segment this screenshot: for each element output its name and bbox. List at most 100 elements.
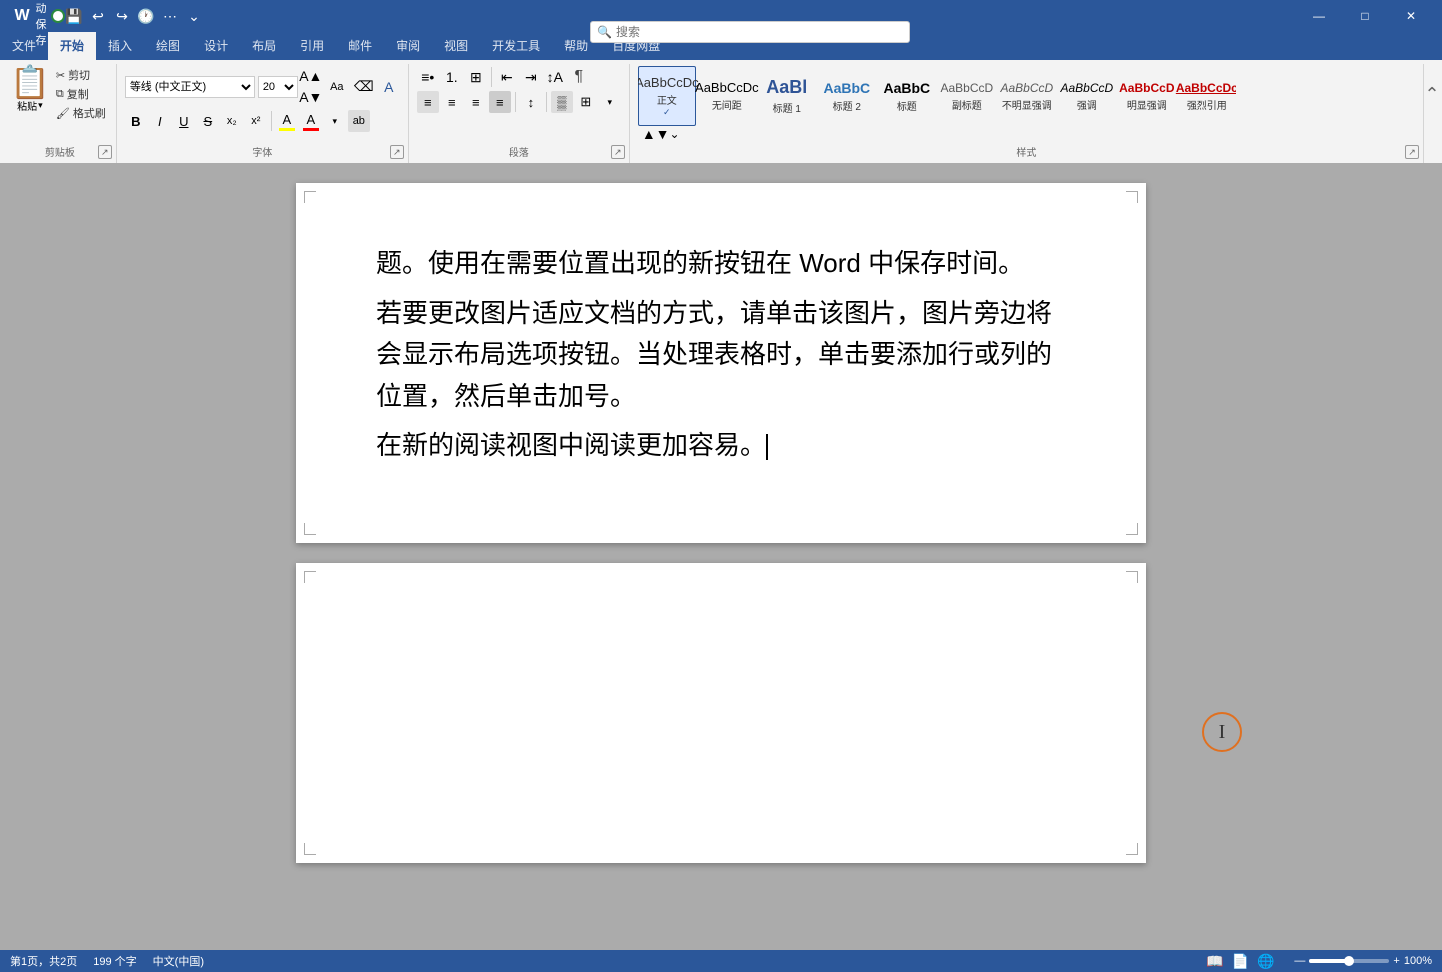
tab-home[interactable]: 开始	[48, 32, 96, 60]
style-heading[interactable]: AaBbC 标题	[878, 66, 936, 126]
tab-view[interactable]: 视图	[432, 32, 480, 60]
subscript-button[interactable]: x₂	[221, 110, 243, 132]
paste-dropdown-icon[interactable]: ▾	[38, 100, 43, 111]
italic-button[interactable]: I	[149, 110, 171, 132]
font-dialog-launcher[interactable]: ↗	[390, 145, 404, 159]
document-area[interactable]: 题。使用在需要位置出现的新按钮在 Word 中保存时间。 若要更改图片适应文档的…	[0, 163, 1442, 965]
clear-formatting-button[interactable]: ⌫	[353, 76, 375, 98]
style-no-spacing[interactable]: AaBbCcDc 无间距	[698, 66, 756, 126]
more-commands[interactable]: ⌄	[184, 6, 204, 26]
tab-design[interactable]: 设计	[192, 32, 240, 60]
clipboard-dialog-launcher[interactable]: ↗	[98, 145, 112, 159]
save-button[interactable]: 💾	[64, 6, 84, 26]
styles-scroll-down[interactable]: ▼	[656, 126, 670, 142]
style-emphasis[interactable]: AaBbCcD 强调	[1058, 66, 1116, 126]
style-heading1[interactable]: AaBl 标题 1	[758, 66, 816, 126]
align-right-button[interactable]: ≡	[465, 91, 487, 113]
justify-button[interactable]: ≡	[489, 91, 511, 113]
web-layout-button[interactable]: 🌐	[1257, 953, 1274, 970]
font-name-select[interactable]: 等线 (中文正文)	[125, 76, 255, 98]
auto-save-info[interactable]: 🕐	[136, 6, 156, 26]
highlight-icon: A	[282, 112, 291, 127]
paste-button[interactable]: 📋 粘贴 ▾	[10, 66, 50, 113]
customize-toolbar[interactable]: ⋯	[160, 6, 180, 26]
autosave-toggle[interactable]: 自动保存	[40, 6, 60, 26]
font-color-button[interactable]: A	[300, 110, 322, 132]
zoom-slider[interactable]	[1309, 959, 1389, 963]
font-size-decrease-button[interactable]: A▼	[301, 87, 321, 107]
page-2	[296, 563, 1146, 863]
zoom-in-button[interactable]: +	[1393, 955, 1399, 967]
style-normal[interactable]: AaBbCcDc 正文 ✓	[638, 66, 696, 126]
undo-button[interactable]: ↩	[88, 6, 108, 26]
page-corner-br	[1126, 523, 1138, 535]
strikethrough-button[interactable]: S	[197, 110, 219, 132]
superscript-button[interactable]: x²	[245, 110, 267, 132]
paragraph-dialog-launcher[interactable]: ↗	[611, 145, 625, 159]
style-heading2[interactable]: AaBbC 标题 2	[818, 66, 876, 126]
style-strong-label: 明显强调	[1127, 97, 1167, 112]
shading-button[interactable]: ▒	[551, 91, 573, 113]
print-layout-button[interactable]: 📄	[1232, 953, 1249, 970]
borders-button[interactable]: ⊞	[575, 91, 597, 113]
styles-dialog-launcher[interactable]: ↗	[1405, 145, 1419, 159]
bullets-button[interactable]: ≡•	[417, 66, 439, 88]
format-painter-button[interactable]: 🖌 格式刷	[52, 104, 110, 122]
sort-button[interactable]: ↕A	[544, 66, 566, 88]
character-shading-button[interactable]: ab	[348, 110, 370, 132]
tab-developer[interactable]: 开发工具	[480, 32, 552, 60]
decrease-indent-button[interactable]: ⇤	[496, 66, 518, 88]
para-separator2	[515, 92, 516, 112]
search-input[interactable]	[616, 25, 903, 39]
tab-file[interactable]: 文件	[0, 32, 48, 60]
style-more-label: 强烈引用	[1187, 97, 1227, 112]
style-subtitle[interactable]: AaBbCcD 副标题	[938, 66, 996, 126]
numbering-button[interactable]: 1.	[441, 66, 463, 88]
styles-more-button[interactable]: ⌄	[670, 127, 680, 141]
page-corner-bl	[304, 523, 316, 535]
tab-references[interactable]: 引用	[288, 32, 336, 60]
styles-scroll-up[interactable]: ▲	[642, 126, 656, 142]
tab-layout[interactable]: 布局	[240, 32, 288, 60]
font-color-dropdown[interactable]: ▾	[324, 110, 346, 132]
tab-mailings[interactable]: 邮件	[336, 32, 384, 60]
text-effects-button[interactable]: A	[378, 76, 400, 98]
align-center-button[interactable]: ≡	[441, 91, 463, 113]
text-highlight-button[interactable]: A	[276, 110, 298, 132]
highlight-color-bar	[279, 128, 295, 131]
paragraph-3: 在新的阅读视图中阅读更加容易。	[376, 425, 1066, 467]
zoom-out-button[interactable]: —	[1294, 955, 1305, 967]
increase-indent-button[interactable]: ⇥	[520, 66, 542, 88]
font-group-label: 字体	[125, 142, 400, 159]
read-mode-button[interactable]: 📖	[1206, 953, 1223, 970]
minimize-button[interactable]: —	[1296, 0, 1342, 32]
multilevel-list-button[interactable]: ⊞	[465, 66, 487, 88]
align-left-button[interactable]: ≡	[417, 91, 439, 113]
font-size-increase-button[interactable]: A▲	[301, 66, 321, 86]
redo-button[interactable]: ↪	[112, 6, 132, 26]
font-size-select[interactable]: 20	[258, 76, 298, 98]
style-subtle-emphasis[interactable]: AaBbCcD 不明显强调	[998, 66, 1056, 126]
show-formatting-button[interactable]: ¶	[568, 66, 590, 88]
tab-insert[interactable]: 插入	[96, 32, 144, 60]
paste-icon: 📋	[10, 66, 50, 98]
style-strong-emphasis[interactable]: AaBbCcD 明显强调	[1118, 66, 1176, 126]
close-button[interactable]: ✕	[1388, 0, 1434, 32]
bold-button[interactable]: B	[125, 110, 147, 132]
copy-button[interactable]: ⧉ 复制	[52, 85, 110, 103]
language: 中文(中国)	[153, 953, 204, 969]
tab-review[interactable]: 审阅	[384, 32, 432, 60]
style-more[interactable]: AaBbCcDc 强烈引用	[1178, 66, 1236, 126]
page-1-content[interactable]: 题。使用在需要位置出现的新按钮在 Word 中保存时间。 若要更改图片适应文档的…	[376, 243, 1066, 467]
search-bar[interactable]: 🔍	[590, 21, 910, 43]
cut-button[interactable]: ✂ 剪切	[52, 66, 110, 84]
ribbon-collapse-button[interactable]: ⌃	[1424, 64, 1440, 124]
change-case-button[interactable]: Aa	[324, 76, 350, 98]
maximize-button[interactable]: □	[1342, 0, 1388, 32]
underline-button[interactable]: U	[173, 110, 195, 132]
borders-dropdown[interactable]: ▾	[599, 91, 621, 113]
line-spacing-button[interactable]: ↕	[520, 91, 542, 113]
tab-draw[interactable]: 绘图	[144, 32, 192, 60]
status-bar: 第1页，共2页 199 个字 中文(中国) 📖 📄 🌐 — + 100%	[0, 950, 1442, 972]
cursor-i-beam: I	[1219, 721, 1226, 744]
